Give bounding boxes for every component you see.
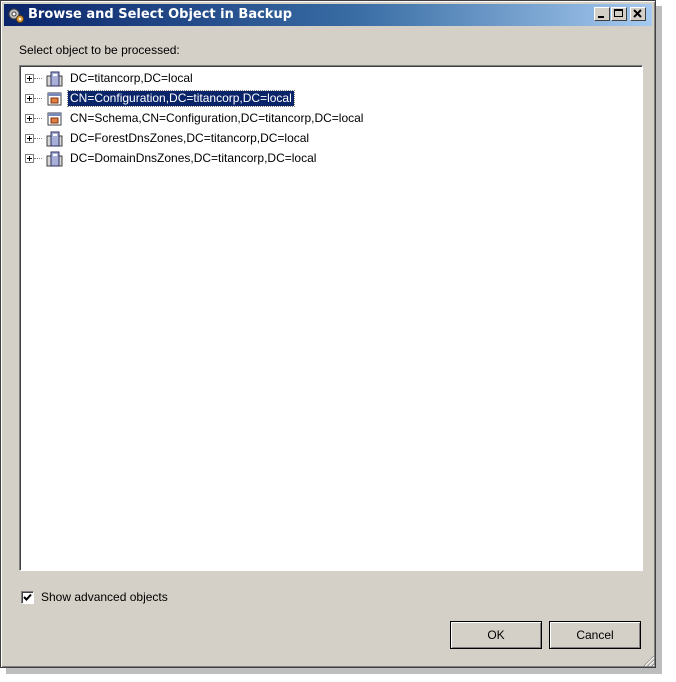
tree-item-label: DC=titancorp,DC=local	[70, 71, 193, 85]
tree-item-label: CN=Schema,CN=Configuration,DC=titancorp,…	[70, 111, 364, 125]
maximize-button[interactable]	[611, 7, 627, 21]
domain-icon	[46, 71, 63, 87]
checkmark-icon	[23, 593, 32, 601]
show-advanced-checkbox[interactable]	[21, 591, 34, 604]
tree-item-label: DC=DomainDnsZones,DC=titancorp,DC=local	[70, 151, 317, 165]
expand-icon[interactable]	[25, 134, 34, 143]
app-gears-icon	[8, 8, 24, 23]
ok-button[interactable]: OK	[450, 621, 542, 649]
maximize-icon	[614, 9, 623, 17]
resize-grip-icon[interactable]	[641, 653, 655, 667]
domain-icon	[46, 151, 63, 167]
tree-item-label: CN=Configuration,DC=titancorp,DC=local	[67, 90, 295, 107]
object-tree[interactable]: DC=titancorp,DC=local CN=Configuration,D…	[19, 65, 643, 571]
tree-item-label: DC=ForestDnsZones,DC=titancorp,DC=local	[70, 131, 310, 145]
container-icon	[47, 92, 62, 106]
close-button[interactable]	[630, 7, 646, 21]
close-icon	[633, 9, 642, 18]
title-bar[interactable]: Browse and Select Object in Backup	[4, 4, 652, 26]
minimize-button[interactable]	[594, 7, 610, 21]
expand-icon[interactable]	[25, 114, 34, 123]
domain-icon	[46, 131, 63, 147]
cancel-button[interactable]: Cancel	[549, 621, 641, 649]
window-title: Browse and Select Object in Backup	[28, 7, 293, 22]
minimize-icon	[598, 16, 604, 18]
show-advanced-label[interactable]: Show advanced objects	[41, 590, 168, 604]
expand-icon[interactable]	[25, 74, 34, 83]
container-icon	[47, 112, 62, 126]
expand-icon[interactable]	[25, 94, 34, 103]
dialog-window: Browse and Select Object in Backup Selec…	[0, 0, 656, 668]
expand-icon[interactable]	[25, 154, 34, 163]
prompt-label: Select object to be processed:	[19, 43, 180, 57]
